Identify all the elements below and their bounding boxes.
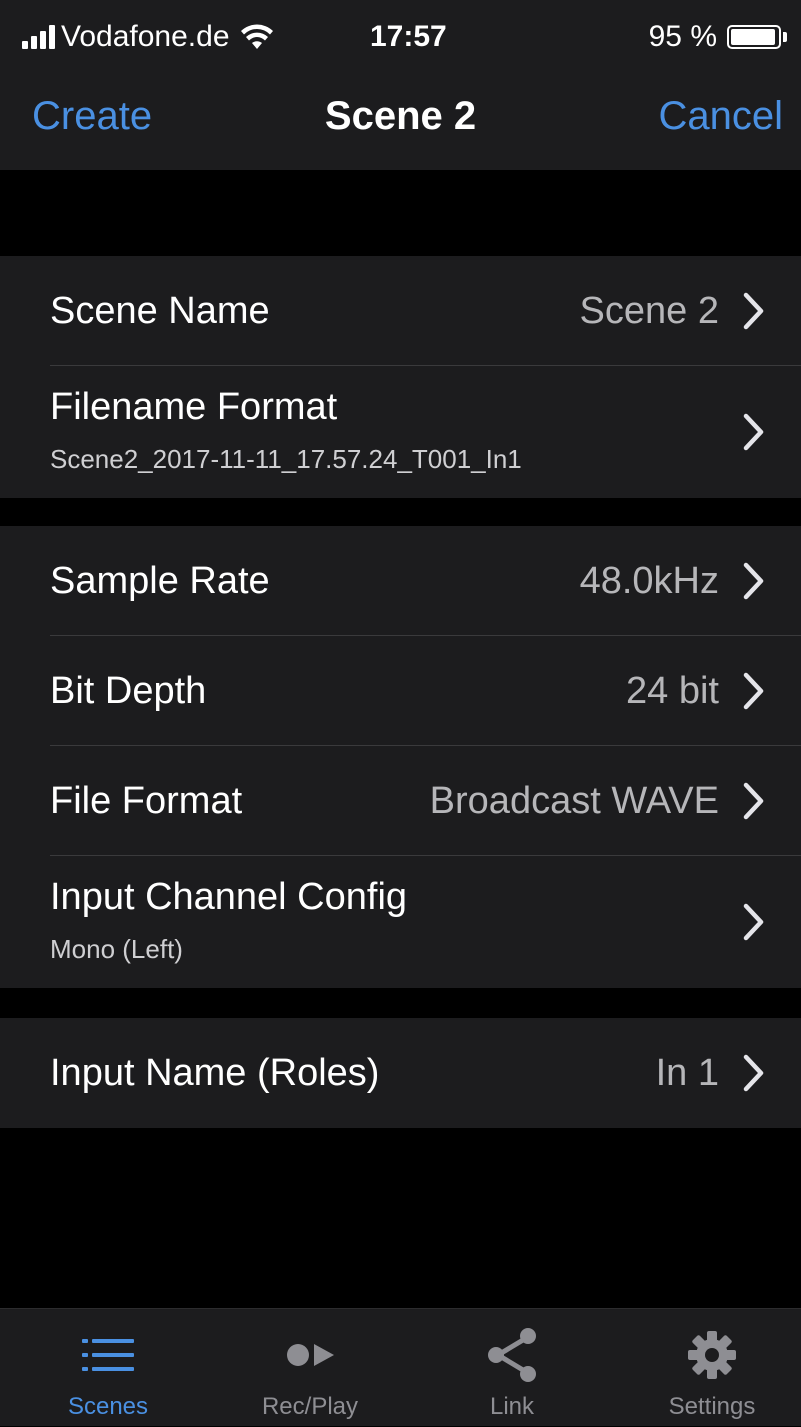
tab-scenes[interactable]: Scenes [8,1309,208,1427]
scene-name-label: Scene Name [50,290,270,332]
chevron-right-icon [743,413,764,451]
input-name-label: Input Name (Roles) [50,1052,380,1094]
input-group: Input Name (Roles) In 1 [0,1018,801,1128]
tab-rec-play[interactable]: Rec/Play [210,1309,410,1427]
filename-format-row[interactable]: Filename Format Scene2_2017-11-11_17.57.… [0,366,801,498]
record-play-icon [287,1344,334,1366]
battery-tip [783,32,787,42]
sample-rate-label: Sample Rate [50,560,270,602]
filename-format-label: Filename Format [50,386,338,428]
chevron-right-icon [743,782,764,820]
wifi-icon [240,24,273,49]
scene-name-value: Scene 2 [579,290,719,332]
battery-icon [727,25,781,49]
sample-rate-row[interactable]: Sample Rate 48.0kHz [0,526,801,636]
bit-depth-row[interactable]: Bit Depth 24 bit [0,636,801,746]
tab-label: Settings [668,1393,756,1420]
gear-icon [688,1331,736,1379]
tab-link[interactable]: Link [412,1309,612,1427]
bit-depth-value: 24 bit [626,670,719,712]
scene-info-group: Scene Name Scene 2 Filename Format Scene… [0,256,801,498]
status-time: 17:57 [370,20,447,53]
file-format-value: Broadcast WAVE [429,780,719,822]
status-right: 95 % [649,20,787,54]
battery-percentage: 95 % [648,20,717,53]
chevron-right-icon [743,562,764,600]
scene-name-row[interactable]: Scene Name Scene 2 [0,256,801,366]
file-format-row[interactable]: File Format Broadcast WAVE [0,746,801,856]
chevron-right-icon [743,903,764,941]
tab-bar: Scenes Rec/Play Link Settings [0,1308,801,1426]
chevron-right-icon [743,672,764,710]
tab-settings[interactable]: Settings [612,1309,801,1427]
signal-strength-icon [22,25,55,49]
audio-settings-group: Sample Rate 48.0kHz Bit Depth 24 bit Fil… [0,526,801,988]
tab-label: Link [489,1393,535,1420]
input-name-value: In 1 [655,1052,719,1094]
status-left: Vodafone.de [22,20,274,54]
battery-fill [731,29,775,45]
navigation-bar: Create Scene 2 Cancel [0,78,801,170]
file-format-label: File Format [50,780,243,822]
input-name-row[interactable]: Input Name (Roles) In 1 [0,1018,801,1128]
filename-format-value: Scene2_2017-11-11_17.57.24_T001_In1 [50,444,522,474]
input-channel-config-label: Input Channel Config [50,876,408,918]
input-channel-config-row[interactable]: Input Channel Config Mono (Left) [0,856,801,988]
cancel-button[interactable]: Cancel [658,94,783,139]
carrier-name: Vodafone.de [61,20,230,53]
chevron-right-icon [743,1054,764,1092]
share-icon [488,1328,536,1382]
sample-rate-value: 48.0kHz [579,560,719,602]
list-icon [82,1339,134,1371]
tab-label: Rec/Play [261,1393,359,1420]
bit-depth-label: Bit Depth [50,670,207,712]
input-channel-config-value: Mono (Left) [50,934,183,964]
tab-label: Scenes [67,1393,149,1420]
chevron-right-icon [743,292,764,330]
status-bar: Vodafone.de 17:57 95 % [0,0,801,78]
